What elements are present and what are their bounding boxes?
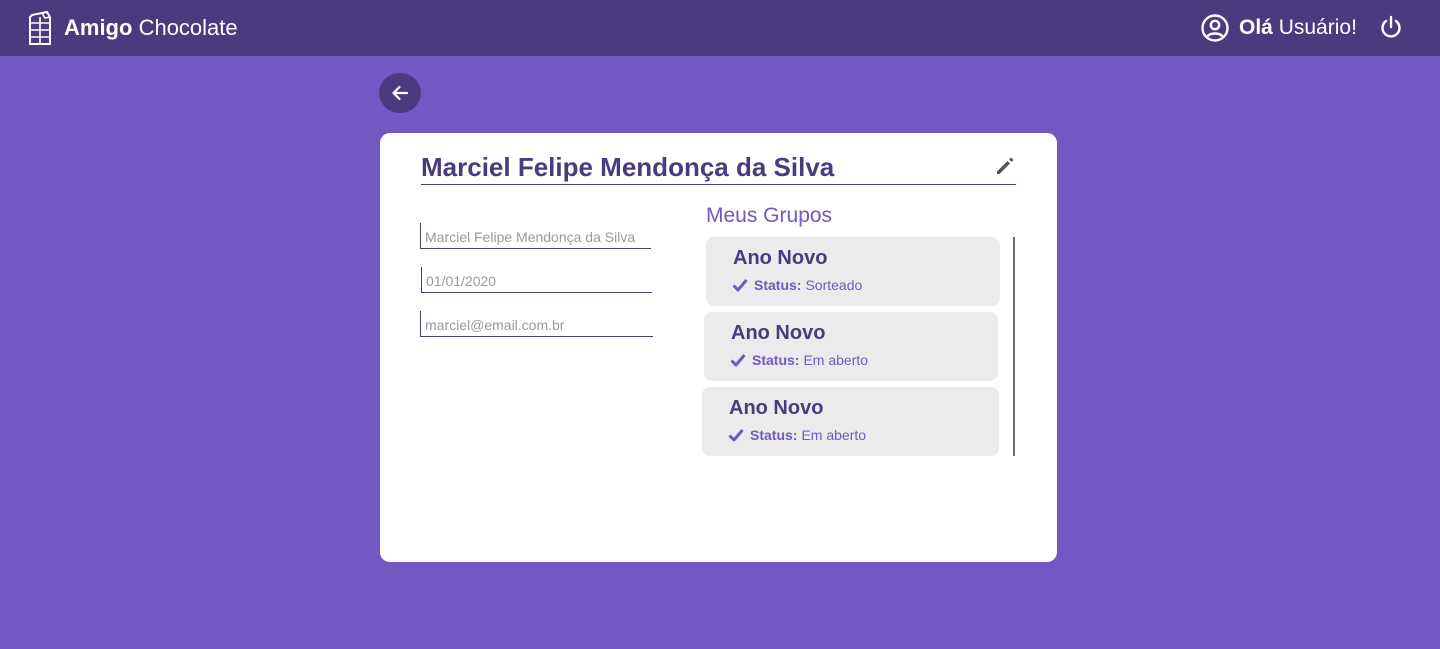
group-card[interactable]: Ano Novo Status: Em aberto [704, 312, 998, 381]
status-label: Status: [754, 277, 802, 293]
status-value: Em aberto [803, 352, 869, 368]
status-value: Sorteado [805, 277, 863, 293]
profile-name-header: Marciel Felipe Mendonça da Silva [421, 151, 1016, 185]
name-field[interactable] [420, 223, 651, 249]
chocolate-bar-icon [29, 11, 51, 45]
status-label: Status: [752, 352, 800, 368]
user-circle-icon [1201, 14, 1229, 42]
group-card[interactable]: Ano Novo Status: Em aberto [702, 387, 999, 456]
pencil-icon [997, 157, 1014, 174]
arrow-left-icon [392, 85, 409, 101]
check-icon [730, 354, 746, 367]
profile-name-title: Marciel Felipe Mendonça da Silva [421, 152, 835, 182]
brand-name-bold: Amigo [64, 15, 133, 40]
groups-title: Meus Grupos [706, 204, 833, 227]
status-label: Status: [750, 427, 798, 443]
groups-list[interactable]: Ano Novo Status: Sorteado Ano Novo Statu… [700, 237, 1000, 456]
group-card[interactable]: Ano Novo Status: Sorteado [706, 237, 1000, 306]
group-status: Status: Em aberto [730, 352, 868, 368]
group-name: Ano Novo [733, 247, 828, 269]
power-icon [1381, 15, 1401, 38]
date-field[interactable] [421, 267, 652, 293]
status-value: Em aberto [801, 427, 867, 443]
edit-profile-button[interactable] [994, 155, 1016, 177]
check-icon [728, 429, 744, 442]
group-status: Status: Sorteado [732, 277, 862, 293]
scrollbar[interactable] [1013, 237, 1015, 456]
brand[interactable]: Amigo Chocolate [27, 11, 238, 45]
greeting-bold: Olá [1239, 16, 1273, 39]
check-icon [732, 279, 748, 292]
email-field[interactable] [420, 311, 653, 337]
user-greeting[interactable]: Olá Usuário! [1200, 12, 1357, 44]
group-status: Status: Em aberto [728, 427, 866, 443]
date-input[interactable] [426, 271, 650, 291]
top-bar: Amigo Chocolate Olá Usuário! [0, 0, 1440, 56]
email-input[interactable] [425, 315, 651, 335]
profile-card: Marciel Felipe Mendonça da Silva Meus Gr… [380, 133, 1057, 562]
back-button[interactable] [379, 73, 421, 113]
brand-name: Amigo Chocolate [64, 11, 238, 45]
name-input[interactable] [425, 227, 649, 247]
group-name: Ano Novo [729, 397, 824, 419]
group-name: Ano Novo [731, 322, 826, 344]
greeting-user: Usuário! [1278, 16, 1357, 39]
logout-button[interactable] [1378, 14, 1404, 42]
brand-name-light: Chocolate [138, 15, 238, 40]
greeting-text: Olá Usuário! [1239, 16, 1357, 40]
